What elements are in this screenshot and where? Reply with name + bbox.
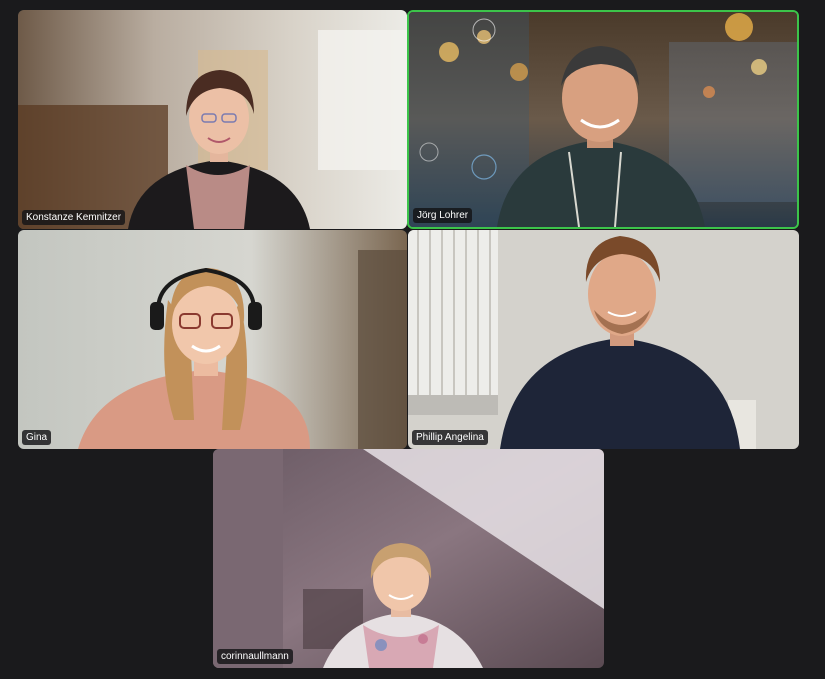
video-tile-konstanze-kemnitzer[interactable]: Konstanze Kemnitzer xyxy=(18,10,407,229)
participant-video xyxy=(18,10,407,229)
participant-video xyxy=(18,230,407,449)
video-tile-jorg-lohrer[interactable]: Jörg Lohrer xyxy=(407,10,799,229)
participant-video xyxy=(213,449,604,668)
video-tile-phillip-angelina[interactable]: Phillip Angelina xyxy=(408,230,799,449)
video-tile-corinnaullmann[interactable]: corinnaullmann xyxy=(213,449,604,668)
participant-name-label: Konstanze Kemnitzer xyxy=(22,210,126,225)
video-gallery: Konstanze Kemnitzer Jörg Lohrer Gina Phi… xyxy=(0,0,825,679)
participant-name-label: corinnaullmann xyxy=(217,649,293,664)
participant-video xyxy=(408,230,799,449)
video-tile-gina[interactable]: Gina xyxy=(18,230,407,449)
participant-name-label: Phillip Angelina xyxy=(412,430,488,445)
participant-name-label: Gina xyxy=(22,430,52,445)
participant-video xyxy=(409,12,797,227)
participant-name-label: Jörg Lohrer xyxy=(413,208,473,223)
